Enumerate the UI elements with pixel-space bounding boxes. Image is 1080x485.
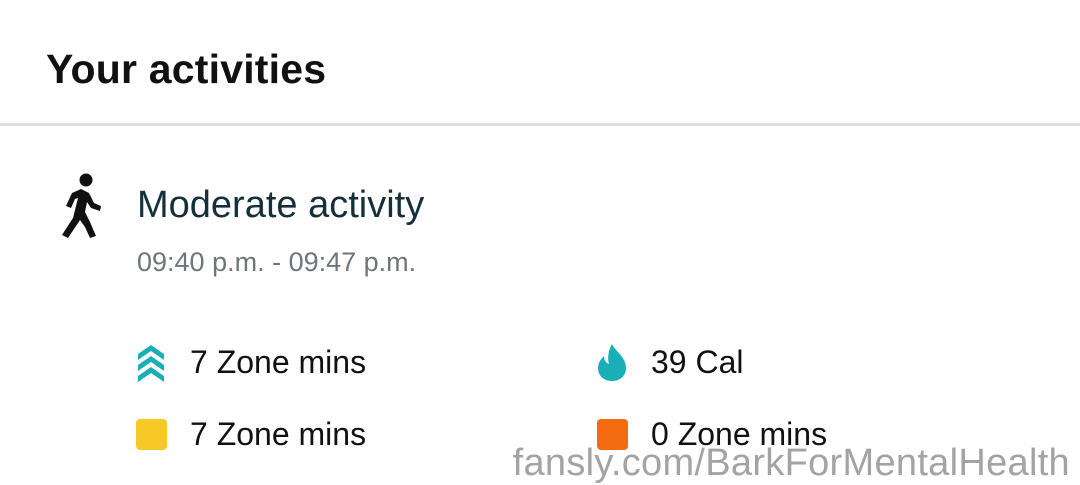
stat-label: 39 Cal: [651, 344, 744, 380]
watermark: fansly.com/BarkForMentalHealth: [512, 442, 1070, 484]
activity-card[interactable]: Moderate activity 09:40 p.m. - 09:47 p.m…: [0, 126, 1080, 485]
chevrons-up-icon: [135, 340, 167, 384]
yellow-square-icon: [135, 412, 167, 456]
flame-icon: [596, 340, 628, 384]
stat-label: 7 Zone mins: [190, 344, 367, 380]
activity-time-range: 09:40 p.m. - 09:47 p.m.: [137, 247, 417, 277]
stat-label: 7 Zone mins: [190, 416, 367, 452]
page-title: Your activities: [46, 46, 327, 92]
activity-name: Moderate activity: [137, 184, 425, 226]
walking-person-icon: [54, 172, 104, 240]
activities-header: Your activities: [0, 0, 1080, 124]
